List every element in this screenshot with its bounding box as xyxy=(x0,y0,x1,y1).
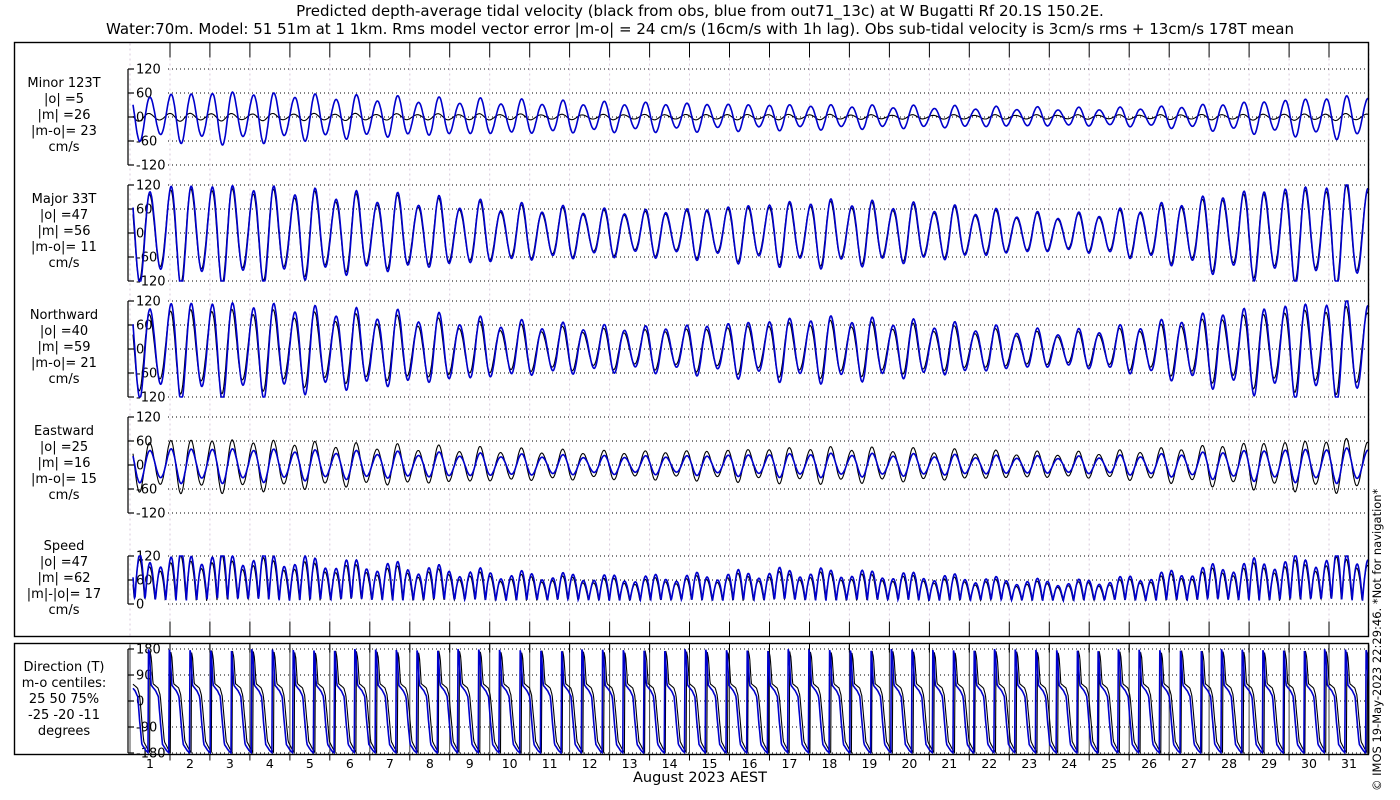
svg-text:-60: -60 xyxy=(136,135,157,150)
svg-text:0: 0 xyxy=(136,343,144,358)
svg-text:24: 24 xyxy=(1061,756,1077,771)
svg-text:28: 28 xyxy=(1221,756,1237,771)
panel-label-northward: Northward|o| =40|m| =59|m-o|= 21cm/s xyxy=(8,308,120,388)
svg-text:120: 120 xyxy=(136,179,161,194)
svg-text:17: 17 xyxy=(782,756,798,771)
svg-text:30: 30 xyxy=(1301,756,1317,771)
svg-text:19: 19 xyxy=(861,756,877,771)
svg-text:60: 60 xyxy=(136,319,153,334)
series-northward-model xyxy=(133,301,1369,397)
svg-text:26: 26 xyxy=(1141,756,1157,771)
svg-text:13: 13 xyxy=(622,756,638,771)
svg-text:12: 12 xyxy=(582,756,598,771)
svg-text:18: 18 xyxy=(821,756,837,771)
svg-text:60: 60 xyxy=(136,87,153,102)
svg-text:9: 9 xyxy=(466,756,474,771)
panel-northward: 120 60 0 -60 -120 xyxy=(128,295,1369,406)
panel-eastward: 120 60 0 -60 -120 xyxy=(128,411,1369,522)
svg-text:3: 3 xyxy=(226,756,234,771)
panel-major: 120600-60-120 xyxy=(128,179,1369,290)
svg-text:2: 2 xyxy=(186,756,194,771)
panel-label-direction: Direction (T)m-o centiles:25 50 75%-25 -… xyxy=(8,660,120,740)
series-major-model xyxy=(133,185,1369,281)
svg-text:16: 16 xyxy=(742,756,758,771)
svg-text:-60: -60 xyxy=(136,483,157,498)
svg-text:21: 21 xyxy=(941,756,957,771)
x-axis-label: August 2023 AEST xyxy=(0,770,1400,786)
panel-direction: 180900-90-180 xyxy=(128,643,1369,762)
series-eastward-obs xyxy=(133,439,1369,494)
series-minor-obs xyxy=(133,113,1369,121)
svg-text:23: 23 xyxy=(1021,756,1037,771)
svg-text:4: 4 xyxy=(266,756,274,771)
svg-text:6: 6 xyxy=(346,756,354,771)
svg-text:-120: -120 xyxy=(136,159,166,174)
svg-text:120: 120 xyxy=(136,295,161,310)
svg-text:20: 20 xyxy=(901,756,917,771)
series-speed-model xyxy=(133,556,1369,601)
figure: Predicted depth-average tidal velocity (… xyxy=(0,0,1400,800)
direction-frame xyxy=(15,644,1369,755)
svg-text:120: 120 xyxy=(136,411,161,426)
svg-text:60: 60 xyxy=(136,203,153,218)
svg-text:-120: -120 xyxy=(136,507,166,522)
svg-text:0: 0 xyxy=(136,598,144,613)
panel-label-major: Major 33T|o| =47|m| =56|m-o|= 11cm/s xyxy=(8,192,120,272)
svg-text:-60: -60 xyxy=(136,367,157,382)
svg-text:120: 120 xyxy=(136,550,161,565)
svg-text:8: 8 xyxy=(426,756,434,771)
x-tick-labels: 1234567891011121314151617181920212223242… xyxy=(146,756,1357,771)
panel-speed: 120600 xyxy=(128,550,1369,613)
svg-text:0: 0 xyxy=(136,459,144,474)
panel-minor: 120600-60-120 xyxy=(128,63,1369,174)
svg-text:-120: -120 xyxy=(136,391,166,406)
panel-label-minor: Minor 123T|o| =5|m| =26|m-o|= 23cm/s xyxy=(8,76,120,156)
panel-label-speed: Speed|o| =47|m| =62|m|-|o|= 17cm/s xyxy=(8,539,120,619)
series-minor-model xyxy=(133,92,1369,145)
svg-text:29: 29 xyxy=(1261,756,1277,771)
series-major-obs xyxy=(133,185,1369,281)
svg-text:31: 31 xyxy=(1341,756,1357,771)
plot-canvas: 1234567891011121314151617181920212223242… xyxy=(0,0,1400,800)
svg-text:25: 25 xyxy=(1101,756,1117,771)
svg-text:11: 11 xyxy=(542,756,558,771)
svg-text:60: 60 xyxy=(136,435,153,450)
svg-text:5: 5 xyxy=(306,756,314,771)
svg-text:120: 120 xyxy=(136,63,161,78)
svg-text:0: 0 xyxy=(136,227,144,242)
svg-text:7: 7 xyxy=(386,756,394,771)
frame-ticks xyxy=(170,43,1329,761)
day-gridlines xyxy=(130,44,1369,754)
panel-label-eastward: Eastward|o| =25|m| =16|m-o|= 15cm/s xyxy=(8,424,120,504)
svg-text:15: 15 xyxy=(702,756,718,771)
svg-text:14: 14 xyxy=(662,756,678,771)
copyright-watermark: © IMOS 19-May-2023 22:29:46. *Not for na… xyxy=(1370,371,1384,791)
series-direction-obs xyxy=(133,651,1369,753)
svg-text:22: 22 xyxy=(981,756,997,771)
svg-text:10: 10 xyxy=(502,756,518,771)
svg-text:-60: -60 xyxy=(136,251,157,266)
svg-text:27: 27 xyxy=(1181,756,1197,771)
